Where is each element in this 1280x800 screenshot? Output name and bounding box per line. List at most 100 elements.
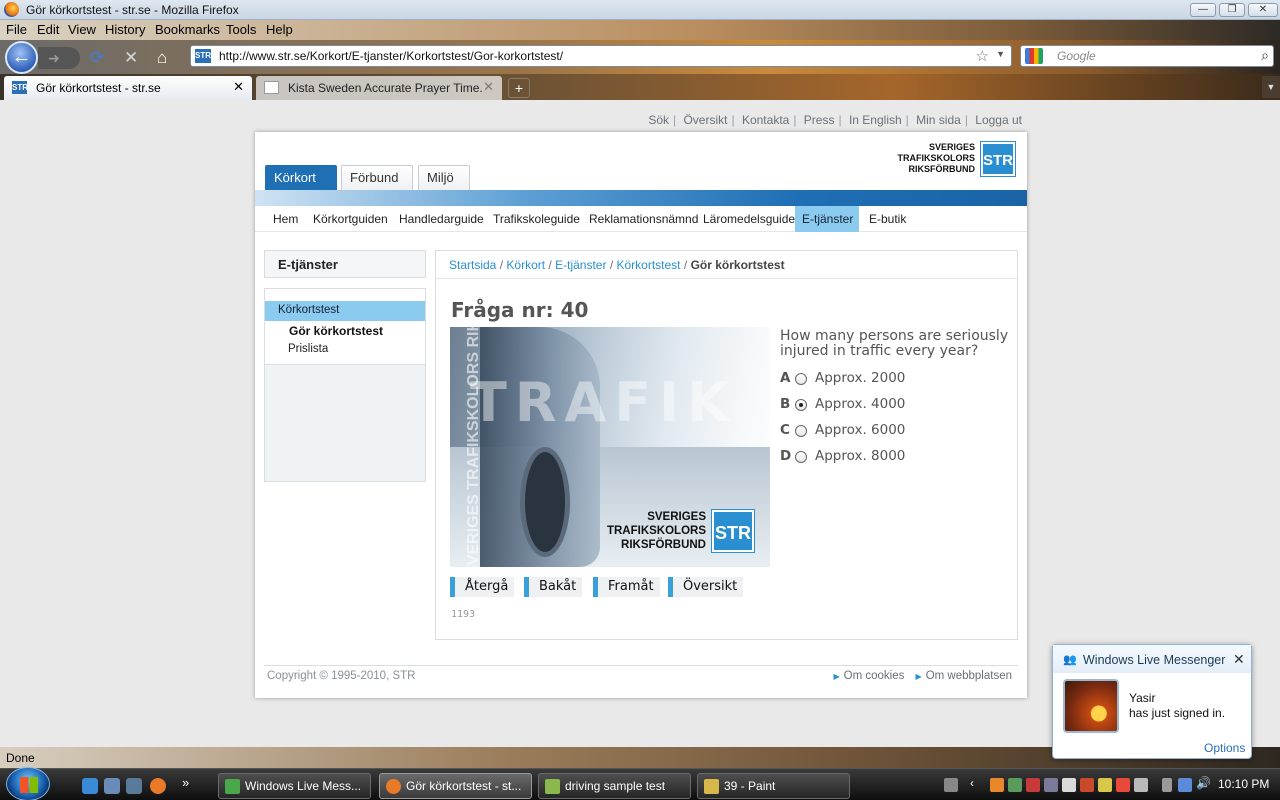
subnav-korkortguiden[interactable]: Körkortguiden bbox=[306, 206, 395, 232]
tab-forbund[interactable]: Förbund bbox=[341, 165, 413, 191]
tray-app-icon[interactable] bbox=[990, 778, 1004, 792]
avatar[interactable] bbox=[1063, 679, 1119, 733]
tray-app-icon[interactable] bbox=[1044, 778, 1058, 792]
sidebar-item-gor-korkortstest[interactable]: Gör körkortstest bbox=[289, 324, 383, 338]
ie-icon[interactable] bbox=[82, 778, 98, 794]
forward-button[interactable]: ➜ bbox=[38, 47, 80, 69]
link-in-english[interactable]: In English bbox=[849, 113, 902, 127]
subnav-e-butik[interactable]: E-butik bbox=[862, 206, 913, 232]
option-c-radio[interactable] bbox=[795, 425, 807, 437]
image-watermark: TRAFIK bbox=[470, 371, 738, 434]
taskbar-messenger[interactable]: Windows Live Mess... bbox=[218, 773, 371, 799]
menu-bookmarks[interactable]: Bookmarks bbox=[155, 22, 220, 37]
menu-help[interactable]: Help bbox=[266, 22, 293, 37]
subnav-reklamationsnamnd[interactable]: Reklamationsnämnd bbox=[582, 206, 705, 232]
link-oversikt[interactable]: Översikt bbox=[683, 113, 727, 127]
bookmark-star-icon[interactable]: ☆ bbox=[976, 47, 989, 65]
tray-app-icon[interactable] bbox=[1008, 778, 1022, 792]
chevron-left-icon[interactable]: ‹ bbox=[970, 776, 984, 790]
tab-korkort[interactable]: Körkort bbox=[265, 165, 337, 191]
menu-view[interactable]: View bbox=[68, 22, 96, 37]
breadcrumb-startsida[interactable]: Startsida bbox=[449, 258, 496, 272]
sidebar-item-korkortstest[interactable]: Körkortstest bbox=[265, 301, 425, 321]
taskbar-paint[interactable]: 39 - Paint bbox=[697, 773, 850, 799]
breadcrumb-korkortstest[interactable]: Körkortstest bbox=[617, 258, 681, 272]
link-kontakta[interactable]: Kontakta bbox=[742, 113, 789, 127]
tab-miljo[interactable]: Miljö bbox=[418, 165, 470, 191]
link-om-webbplatsen[interactable]: Om webbplatsen bbox=[926, 670, 1012, 682]
subnav-hem[interactable]: Hem bbox=[266, 206, 305, 232]
subnav-trafikskoleguide[interactable]: Trafikskoleguide bbox=[486, 206, 587, 232]
tray-app-icon[interactable] bbox=[1062, 778, 1076, 792]
oversikt-button[interactable]: Översikt bbox=[668, 577, 744, 597]
minimize-button[interactable]: — bbox=[1190, 3, 1216, 17]
subnav-handledarguide[interactable]: Handledarguide bbox=[392, 206, 491, 232]
close-tab-icon[interactable]: ✕ bbox=[233, 79, 244, 95]
close-window-button[interactable]: ✕ bbox=[1248, 3, 1278, 17]
sidebar-item-prislista[interactable]: Prislista bbox=[288, 343, 328, 355]
site-identity-icon[interactable]: STR bbox=[195, 49, 211, 63]
bakat-button[interactable]: Bakåt bbox=[524, 577, 583, 597]
taskbar-document[interactable]: driving sample test bbox=[538, 773, 691, 799]
option-b-radio[interactable] bbox=[795, 399, 807, 411]
switch-windows-icon[interactable] bbox=[126, 778, 142, 794]
search-icon[interactable]: ⌕ bbox=[1261, 47, 1269, 64]
option-text[interactable]: Approx. 2000 bbox=[815, 370, 905, 386]
option-a-radio[interactable] bbox=[795, 373, 807, 385]
messenger-notification[interactable]: 👥 Windows Live Messenger ✕ Yasir has jus… bbox=[1052, 644, 1252, 759]
tray-app-icon[interactable] bbox=[1134, 778, 1148, 792]
new-tab-button[interactable]: + bbox=[508, 78, 530, 98]
reload-icon[interactable]: ⟳ bbox=[90, 49, 104, 66]
keyboard-icon[interactable] bbox=[944, 778, 958, 792]
tray-app-icon[interactable] bbox=[1026, 778, 1040, 792]
url-dropdown-icon[interactable]: ▼ bbox=[996, 49, 1005, 59]
url-bar[interactable]: STR http://www.str.se/Korkort/E-tjanster… bbox=[190, 45, 1012, 67]
menu-history[interactable]: History bbox=[105, 22, 145, 37]
menu-edit[interactable]: Edit bbox=[37, 22, 59, 37]
breadcrumb-korkort[interactable]: Körkort bbox=[506, 258, 545, 272]
tab-prayer-times[interactable]: Kista Sweden Accurate Prayer Time... ✕ bbox=[256, 76, 502, 100]
tray-app-icon[interactable] bbox=[1116, 778, 1130, 792]
back-button[interactable]: ← bbox=[5, 41, 38, 74]
volume-icon[interactable]: 🔊 bbox=[1196, 776, 1211, 790]
menu-tools[interactable]: Tools bbox=[226, 22, 256, 37]
tray-app-icon[interactable] bbox=[1098, 778, 1112, 792]
show-desktop-icon[interactable] bbox=[104, 778, 120, 794]
breadcrumb-e-tjanster[interactable]: E-tjänster bbox=[555, 258, 606, 272]
subnav-laromedelsguide[interactable]: Läromedelsguide bbox=[696, 206, 802, 232]
taskbar-firefox[interactable]: Gör körkortstest - st... bbox=[379, 773, 532, 799]
options-link[interactable]: Options bbox=[1204, 741, 1245, 755]
maximize-button[interactable]: ❐ bbox=[1219, 3, 1245, 17]
search-input[interactable]: Google bbox=[1057, 49, 1096, 63]
close-tab-icon[interactable]: ✕ bbox=[483, 79, 494, 95]
link-sok[interactable]: Sök bbox=[648, 113, 669, 127]
option-text[interactable]: Approx. 6000 bbox=[815, 422, 905, 438]
google-engine-icon[interactable] bbox=[1025, 48, 1043, 64]
stop-icon[interactable]: ✕ bbox=[124, 49, 138, 66]
firefox-icon[interactable] bbox=[150, 778, 166, 794]
battery-icon[interactable] bbox=[1162, 778, 1172, 792]
search-bar[interactable]: Google ⌕ bbox=[1020, 45, 1274, 67]
start-button[interactable] bbox=[6, 767, 50, 800]
link-min-sida[interactable]: Min sida bbox=[916, 113, 961, 127]
link-logga-ut[interactable]: Logga ut bbox=[975, 113, 1022, 127]
tab-str[interactable]: STR Gör körkortstest - str.se ✕ bbox=[4, 76, 252, 100]
clock[interactable]: 10:10 PM bbox=[1218, 777, 1269, 791]
tray-app-icon[interactable] bbox=[1080, 778, 1094, 792]
str-logo[interactable]: SVERIGES TRAFIKSKOLORS RIKSFÖRBUND STR bbox=[891, 141, 1016, 178]
url-text[interactable]: http://www.str.se/Korkort/E-tjanster/Kor… bbox=[219, 49, 563, 63]
list-all-tabs-button[interactable]: ▼ bbox=[1262, 76, 1280, 98]
quicklaunch-overflow[interactable]: » bbox=[182, 775, 189, 790]
option-text[interactable]: Approx. 4000 bbox=[815, 396, 905, 412]
link-om-cookies[interactable]: Om cookies bbox=[844, 670, 905, 682]
menu-file[interactable]: File bbox=[6, 22, 27, 37]
option-text[interactable]: Approx. 8000 bbox=[815, 448, 905, 464]
subnav-e-tjanster[interactable]: E-tjänster bbox=[795, 206, 859, 232]
framat-button[interactable]: Framåt bbox=[593, 577, 660, 597]
network-icon[interactable] bbox=[1178, 778, 1192, 792]
home-icon[interactable]: ⌂ bbox=[157, 49, 167, 66]
atergaa-button[interactable]: Återgå bbox=[450, 577, 515, 597]
close-icon[interactable]: ✕ bbox=[1233, 651, 1245, 668]
link-press[interactable]: Press bbox=[804, 113, 835, 127]
option-d-radio[interactable] bbox=[795, 451, 807, 463]
